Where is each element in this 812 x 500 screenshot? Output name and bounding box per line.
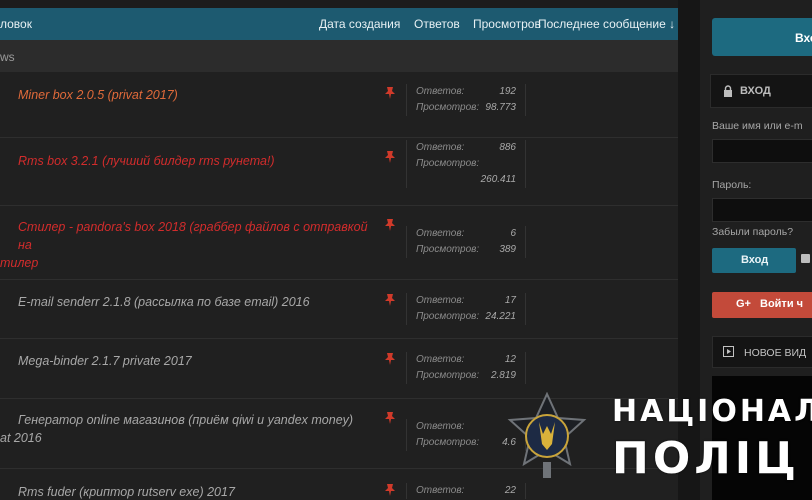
thread-title-link[interactable]: Miner box 2.0.5 (privat 2017) bbox=[18, 86, 178, 104]
thread-stats: Ответов: 192 Просмотров: 98.773 bbox=[406, 84, 526, 116]
login-top-button-label: Вхо bbox=[795, 31, 812, 45]
thread-title-line2: тилер bbox=[0, 256, 39, 270]
replies-count: 886 bbox=[499, 142, 516, 153]
new-video-header: НОВОЕ ВИД bbox=[712, 336, 812, 368]
views-count: 260.411 bbox=[480, 174, 516, 185]
column-title[interactable]: ловок bbox=[0, 17, 32, 31]
login-button[interactable]: Вход bbox=[712, 248, 796, 273]
thread-stats: Ответов: 22 bbox=[406, 483, 526, 499]
google-plus-icon: G+ bbox=[736, 298, 751, 310]
lock-icon bbox=[724, 85, 732, 97]
login-top-button[interactable]: Вхо bbox=[712, 18, 812, 56]
pin-icon bbox=[384, 86, 396, 100]
pin-icon bbox=[384, 293, 396, 307]
thread-title-link[interactable]: Mega-binder 2.1.7 private 2017 bbox=[18, 352, 192, 370]
replies-count: 192 bbox=[499, 86, 516, 97]
police-badge-logo bbox=[506, 392, 588, 484]
pin-icon bbox=[384, 411, 396, 425]
watermark-line1: НАЦІОНАЛ bbox=[612, 394, 812, 429]
thread-title-link[interactable]: Стилер - pandora's box 2018 (граббер фай… bbox=[0, 218, 380, 272]
thread-row[interactable]: Стилер - pandora's box 2018 (граббер фай… bbox=[0, 206, 678, 280]
replies-label: Ответов: bbox=[416, 485, 465, 496]
thread-title-link[interactable]: E-mail senderr 2.1.8 (рассылка по базе e… bbox=[18, 293, 310, 311]
login-header-label: ВХОД bbox=[740, 85, 771, 97]
thread-row[interactable]: Miner box 2.0.5 (privat 2017) Ответов: 19… bbox=[0, 72, 678, 138]
thread-stats: Ответов: 6 Просмотров: 389 bbox=[406, 226, 526, 258]
google-login-label: Войти ч bbox=[760, 298, 804, 310]
thread-row[interactable]: Mega-binder 2.1.7 private 2017 Ответов: 1… bbox=[0, 339, 678, 399]
pin-icon bbox=[384, 150, 396, 164]
login-header: ВХОД bbox=[710, 74, 812, 108]
views-count: 24.221 bbox=[485, 311, 516, 322]
section-subheader-label: ws bbox=[0, 50, 15, 64]
column-created[interactable]: Дата создания bbox=[319, 17, 400, 31]
thread-title-line1: Генератор online магазинов (приём qiwi и… bbox=[18, 413, 354, 427]
pin-icon bbox=[384, 218, 396, 232]
police-watermark: НАЦІОНАЛ ПОЛІЦ bbox=[612, 392, 812, 486]
remember-checkbox[interactable] bbox=[801, 254, 810, 263]
column-views[interactable]: Просмотров bbox=[473, 17, 541, 31]
views-label: Просмотров: bbox=[416, 102, 480, 113]
thread-list-header: ловок Дата создания Ответов Просмотров П… bbox=[0, 8, 678, 40]
watermark-line2: ПОЛІЦ bbox=[612, 433, 800, 484]
replies-label: Ответов: bbox=[416, 142, 465, 153]
thread-row[interactable]: E-mail senderr 2.1.8 (рассылка по базе e… bbox=[0, 280, 678, 339]
replies-count: 22 bbox=[504, 485, 516, 496]
views-label: Просмотров: bbox=[416, 158, 480, 169]
replies-count: 12 bbox=[504, 354, 516, 365]
column-last-message[interactable]: Последнее сообщение ↓ bbox=[538, 17, 675, 31]
thread-title-line1: Стилер - pandora's box 2018 (граббер фай… bbox=[18, 220, 368, 252]
username-label: Ваше имя или e-m bbox=[712, 120, 803, 132]
column-replies[interactable]: Ответов bbox=[414, 17, 460, 31]
views-label: Просмотров: bbox=[416, 244, 480, 255]
thread-stats: Ответов: 886 Просмотров: 260.411 bbox=[406, 140, 526, 188]
views-label: Просмотров: bbox=[416, 370, 480, 381]
views-label: Просмотров: bbox=[416, 311, 480, 322]
thread-title-link[interactable]: Rms fuder (криптор rutserv exe) 2017 bbox=[18, 483, 235, 500]
forgot-password-link[interactable]: Забыли пароль? bbox=[712, 226, 793, 238]
password-input[interactable] bbox=[712, 198, 812, 222]
views-label: Просмотров: bbox=[416, 437, 480, 448]
login-button-label: Вход bbox=[741, 254, 769, 266]
section-subheader: ws bbox=[0, 40, 678, 72]
replies-label: Ответов: bbox=[416, 295, 465, 306]
views-count: 389 bbox=[499, 244, 516, 255]
views-count: 2.819 bbox=[490, 370, 516, 381]
thread-title-link[interactable]: Генератор online магазинов (приём qiwi и… bbox=[0, 411, 400, 447]
thread-row[interactable]: Rms box 3.2.1 (лучший билдер rms рунета!… bbox=[0, 138, 678, 206]
replies-count: 6 bbox=[510, 228, 516, 239]
views-count: 98.773 bbox=[485, 102, 516, 113]
thread-title-link[interactable]: Rms box 3.2.1 (лучший билдер rms рунета!… bbox=[18, 152, 275, 170]
username-input[interactable] bbox=[712, 139, 812, 163]
thread-stats: Ответов: 17 Просмотров: 24.221 bbox=[406, 293, 526, 325]
replies-label: Ответов: bbox=[416, 228, 465, 239]
thread-stats: Ответов: 12 Просмотров: 2.819 bbox=[406, 352, 526, 384]
password-label: Пароль: bbox=[712, 179, 752, 191]
replies-label: Ответов: bbox=[416, 86, 465, 97]
replies-count: 17 bbox=[504, 295, 516, 306]
pin-icon bbox=[384, 483, 396, 497]
new-video-label: НОВОЕ ВИД bbox=[744, 347, 807, 359]
play-icon bbox=[723, 346, 734, 357]
replies-label: Ответов: bbox=[416, 421, 465, 432]
thread-title-line2: at 2016 bbox=[0, 431, 42, 445]
google-login-button[interactable]: G+ Войти ч bbox=[712, 292, 812, 318]
replies-label: Ответов: bbox=[416, 354, 465, 365]
pin-icon bbox=[384, 352, 396, 366]
